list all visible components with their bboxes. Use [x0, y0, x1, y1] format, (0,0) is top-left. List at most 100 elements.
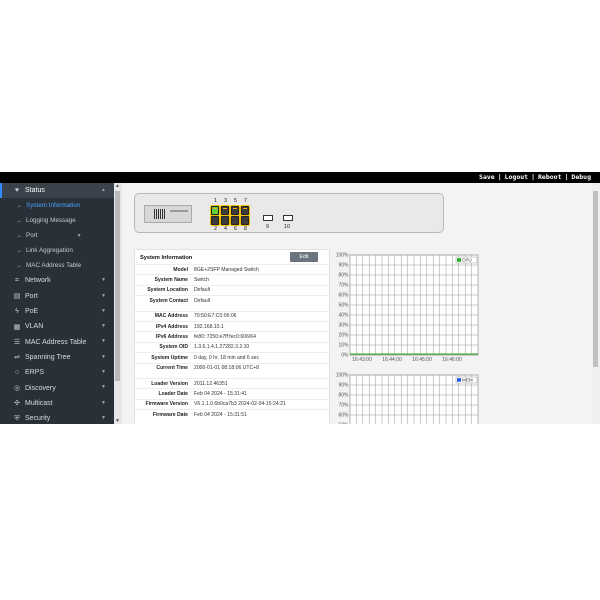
y-tick-label: 50% [338, 423, 349, 424]
info-key: Current Time [156, 365, 188, 372]
port-2[interactable] [211, 216, 219, 225]
port-6[interactable] [231, 216, 239, 225]
submenu-label: System Information [26, 202, 81, 210]
port-7[interactable] [241, 206, 249, 215]
x-tick-label: 16:44:00 [382, 357, 402, 363]
port-4[interactable] [221, 216, 229, 225]
chevron-down-icon: ▼ [101, 369, 106, 376]
sidebar-item-network[interactable]: ⌗ Network ▼ [0, 273, 116, 288]
separator: | [497, 173, 502, 181]
main-scrollbar[interactable] [592, 183, 600, 424]
port-label: 7 [244, 198, 247, 204]
sidebar-item-erps[interactable]: ○ ERPS ▼ [0, 365, 116, 380]
x-tick-label: 16:43:00 [352, 357, 372, 363]
info-row: System OID 1.3.6.1.4.1.27282.3.2.10 [135, 341, 329, 352]
top-action-bar: Save | Logout | Reboot | Debug [0, 172, 600, 183]
sidebar: ♥ Status ▲ → System Information → Loggin… [0, 183, 116, 424]
info-value: Switch [194, 277, 210, 284]
chevron-down-icon: ▼ [101, 353, 106, 360]
port-label: 4 [224, 226, 227, 232]
info-row: Loader Version 2011.12.46351 [135, 377, 329, 388]
port-8[interactable] [241, 216, 249, 225]
chevron-down-icon: ▼ [101, 414, 106, 421]
sidebar-item-port[interactable]: ▤ Port ▼ [0, 289, 116, 304]
sidebar-item-discovery[interactable]: ◎ Discovery ▼ [0, 380, 116, 395]
info-row: System Name Switch [135, 274, 329, 284]
chevron-down-icon: ▼ [101, 292, 106, 299]
switch-chassis-icon [144, 205, 192, 223]
scroll-up-icon[interactable]: ▲ [115, 183, 120, 189]
sidebar-item-multicast[interactable]: ✣ Multicast ▼ [0, 396, 116, 411]
submenu-logging-message[interactable]: → Logging Message [0, 213, 116, 228]
port-led [225, 208, 227, 209]
sidebar-item-label: Spanning Tree [25, 353, 71, 361]
info-row: Model 8GE+2SFP Managed Switch [135, 264, 329, 274]
edit-button[interactable]: Edit [290, 252, 318, 262]
vlan-icon: ▦ [13, 323, 21, 331]
debug-link[interactable]: Debug [571, 173, 591, 181]
y-tick-label: 10% [338, 343, 349, 349]
info-key: System OID [159, 344, 188, 351]
network-icon: ⌗ [15, 276, 19, 284]
reboot-link[interactable]: Reboot [538, 173, 561, 181]
sidebar-item-poe[interactable]: ϟ PoE ▼ [0, 304, 116, 319]
switch-web-ui: Save | Logout | Reboot | Debug ♥ Status ▲ → Sy… [0, 172, 600, 424]
save-link[interactable]: Save [479, 173, 495, 181]
submenu-label: Port [26, 232, 38, 240]
y-tick-label: 40% [338, 313, 349, 319]
info-row: System Uptime 0 day, 0 hr, 18 min and 6 s… [135, 352, 329, 362]
info-value: 2011.12.46351 [194, 380, 228, 387]
sidebar-item-spanning-tree[interactable]: ⇌ Spanning Tree ▼ [0, 350, 116, 365]
port-icon: ▤ [13, 293, 21, 301]
sidebar-item-label: VLAN [25, 323, 44, 331]
sidebar-item-label: MAC Address Table [25, 338, 87, 346]
shield-icon: ⛨ [14, 414, 20, 422]
sidebar-scrollbar[interactable]: ▲ ▼ [114, 183, 122, 424]
chevron-up-icon: ▲ [101, 187, 106, 193]
submenu-link-aggregation[interactable]: → Link Aggregation [0, 243, 116, 258]
port-5[interactable] [231, 206, 239, 215]
chevron-down-icon: ▼ [101, 277, 106, 284]
logout-link[interactable]: Logout [505, 173, 528, 181]
port-label: 6 [234, 226, 237, 232]
sidebar-item-label: Status [25, 187, 45, 195]
chevron-down-icon: ▼ [101, 323, 106, 330]
info-key: Loader Version [151, 380, 188, 387]
sidebar-item-label: Network [25, 277, 51, 285]
sfp-port-10[interactable] [283, 215, 293, 221]
sidebar-item-mac-address-table[interactable]: ☰ MAC Address Table ▼ [0, 334, 116, 349]
info-value: V6.1.1.0.6b0ca7b3 2024-02-04-15:24:21 [194, 401, 286, 408]
y-tick-label: 80% [338, 273, 349, 279]
info-row: IPv6 Address fe80::7250:e7ff:fec0:606/64 [135, 331, 329, 341]
system-information-panel: System Information Edit Model 8GE+2SFP Ma… [134, 249, 330, 424]
tree-icon: ⇌ [14, 354, 20, 362]
chevron-down-icon: ▼ [101, 338, 106, 345]
submenu-port[interactable]: → Port ▼ [0, 228, 116, 243]
memory-chart: 50% 60% 70% 80% 90% 100% MEM [336, 369, 486, 424]
submenu-system-information[interactable]: → System Information [0, 198, 116, 213]
sidebar-item-vlan[interactable]: ▦ VLAN ▼ [0, 319, 116, 334]
arrow-right-icon: → [16, 202, 22, 209]
y-tick-label: 80% [338, 393, 349, 399]
separator: | [531, 173, 536, 181]
cpu-chart-svg: 0% 10% 20% 30% 40% 50% 60% 70% 80% 90% 100% 16:43:0… [336, 253, 479, 363]
arrow-right-icon: → [16, 232, 22, 239]
port-led [245, 208, 247, 209]
y-tick-label: 70% [338, 283, 349, 289]
info-value: 1.3.6.1.4.1.27282.3.2.10 [194, 344, 250, 351]
y-tick-label: 90% [338, 263, 349, 269]
legend-label: MEM [462, 378, 473, 383]
port-1[interactable] [211, 206, 219, 215]
sfp-port-9[interactable] [263, 215, 273, 221]
sidebar-scroll-thumb[interactable] [115, 191, 120, 381]
port-3[interactable] [221, 206, 229, 215]
submenu-mac-address-table[interactable]: → MAC Address Table [0, 258, 116, 273]
info-key: System Uptime [151, 354, 188, 361]
ring-icon: ○ [14, 369, 20, 377]
info-value: 0 day, 0 hr, 18 min and 6 sec [194, 354, 260, 361]
main-scroll-thumb[interactable] [593, 191, 598, 367]
sidebar-item-security[interactable]: ⛨ Security ▼ [0, 411, 116, 424]
info-key: IPv4 Address [155, 323, 188, 330]
scroll-down-icon[interactable]: ▼ [115, 418, 120, 424]
sidebar-item-status[interactable]: ♥ Status ▲ [0, 183, 116, 199]
